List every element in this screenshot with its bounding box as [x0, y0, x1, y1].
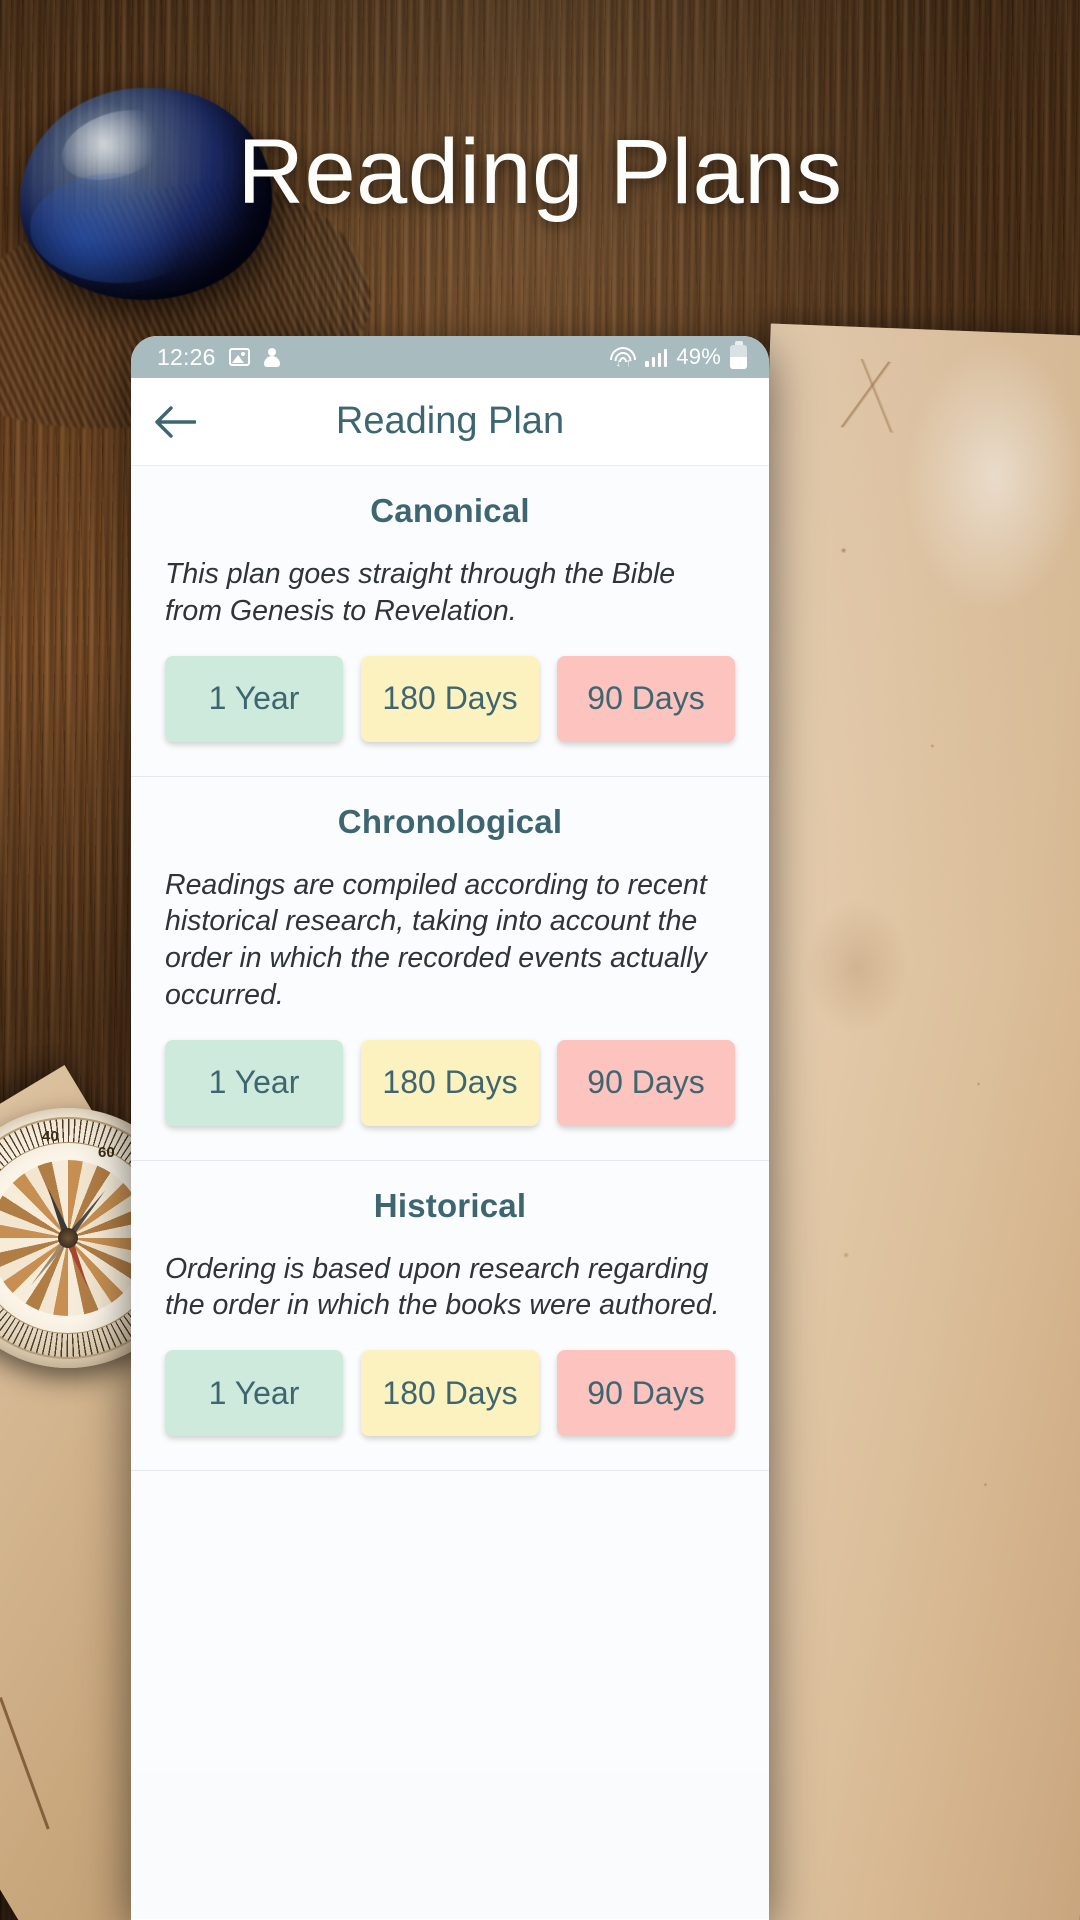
app-bar: Reading Plan [131, 378, 769, 466]
plan-card-historical: Historical Ordering is based upon resear… [131, 1160, 769, 1471]
battery-icon [730, 345, 747, 369]
parchment-crack [806, 353, 934, 437]
duration-button-1-year[interactable]: 1 Year [165, 1039, 343, 1126]
status-bar: 12:26 ↓ ↑ 49% [131, 336, 769, 378]
duration-button-1-year[interactable]: 1 Year [165, 1350, 343, 1436]
wifi-icon: ↓ ↑ [609, 347, 636, 369]
duration-button-row: 1 Year 180 Days 90 Days [165, 655, 735, 742]
duration-button-1-year[interactable]: 1 Year [165, 655, 343, 742]
duration-button-row: 1 Year 180 Days 90 Days [165, 1039, 735, 1126]
duration-button-180-days[interactable]: 180 Days [361, 1039, 539, 1126]
phone-screenshot: 12:26 ↓ ↑ 49% Reading Plan Canonical Thi… [131, 336, 769, 1920]
photo-icon [228, 348, 250, 366]
plan-description: This plan goes straight through the Bibl… [165, 558, 676, 627]
plan-card-canonical: Canonical This plan goes straight throug… [131, 466, 769, 777]
person-icon [263, 347, 281, 367]
duration-button-90-days[interactable]: 90 Days [557, 655, 735, 742]
signal-icon [645, 348, 668, 367]
duration-button-90-days[interactable]: 90 Days [557, 1039, 735, 1126]
page-title: Reading Plan [335, 400, 565, 442]
plan-title: Canonical [370, 492, 530, 529]
hero-title: Reading Plans [237, 121, 843, 223]
plan-title: Historical [373, 1186, 527, 1224]
duration-button-180-days[interactable]: 180 Days [361, 1350, 539, 1436]
battery-percent-label: 49% [676, 344, 721, 369]
reading-plan-list[interactable]: Canonical This plan goes straight throug… [131, 466, 769, 1919]
status-bar-left: 12:26 [157, 344, 281, 371]
plan-description: Readings are compiled according to recen… [165, 868, 707, 1011]
list-empty-space [131, 1471, 769, 1771]
plan-card-chronological: Chronological Readings are compiled acco… [131, 776, 769, 1161]
duration-button-90-days[interactable]: 90 Days [557, 1350, 735, 1436]
duration-button-row: 1 Year 180 Days 90 Days [165, 1350, 735, 1436]
plan-description: Ordering is based upon research regardin… [165, 1252, 720, 1322]
duration-button-180-days[interactable]: 180 Days [361, 655, 539, 742]
status-clock: 12:26 [157, 343, 216, 370]
plan-title: Chronological [337, 802, 563, 840]
back-arrow-icon [155, 405, 196, 438]
status-bar-right: ↓ ↑ 49% [609, 344, 747, 370]
back-button[interactable] [131, 378, 219, 466]
